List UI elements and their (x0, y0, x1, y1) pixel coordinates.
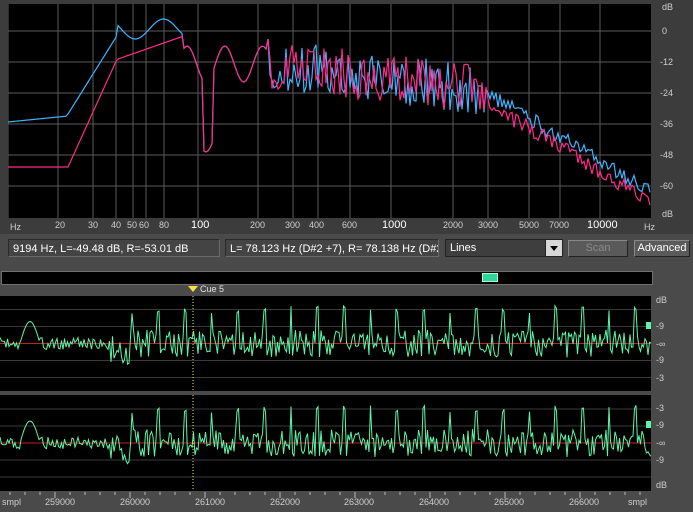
db-tick-label: -24 (660, 88, 674, 98)
wave-db-label: -3 (656, 373, 665, 383)
level-meter-bottom (646, 421, 651, 428)
wave-db-label: -3 (656, 403, 665, 413)
db-tick-label: -60 (660, 181, 674, 191)
advanced-button[interactable]: Advanced (634, 240, 690, 257)
hz-tick-label: 20 (55, 220, 66, 230)
hz-tick-label: 50 (127, 220, 138, 230)
overview-scroll-thumb[interactable] (482, 273, 498, 282)
wave-db-label: -9 (656, 455, 665, 465)
spectrum-status-bar: 9194 Hz, L=-49.48 dB, R=-53.01 dB L= 78.… (0, 236, 693, 264)
wave-db-label: -∞ (656, 339, 666, 349)
wave-db-label: dB (656, 480, 668, 490)
display-mode-value: Lines (450, 242, 477, 254)
display-mode-select[interactable]: Lines (445, 239, 563, 257)
ruler-tick-label: 265000 (494, 497, 525, 507)
waveform-trace (0, 404, 651, 465)
overview-scrollbar[interactable] (1, 271, 653, 285)
hz-tick-label: 1000 (382, 219, 407, 231)
waveform-graph-top (0, 296, 651, 391)
db-tick-label: -48 (660, 150, 674, 160)
spectrum-panel: dB 0 -12 -24 -36 -48 -60 dB Hz Hz 20 30 … (0, 0, 693, 234)
db-unit-label: dB (662, 209, 674, 219)
scan-button[interactable]: Scan (568, 240, 628, 257)
level-meter-top (646, 322, 651, 329)
hz-tick-label: 200 (250, 220, 266, 230)
hz-tick-label: 30 (88, 220, 99, 230)
wave-db-label: -∞ (656, 438, 666, 448)
hz-tick-label: 600 (342, 220, 358, 230)
db-tick-label: -36 (660, 119, 674, 129)
hz-unit-label: Hz (644, 222, 655, 232)
ruler-unit-label: smpl (628, 497, 648, 507)
wave-db-label: -9 (656, 321, 665, 331)
waveform-right-channel[interactable] (0, 395, 651, 491)
chevron-down-icon[interactable] (545, 240, 562, 256)
hz-unit-label: Hz (10, 222, 21, 232)
cue-marker-icon[interactable] (188, 286, 198, 292)
hz-tick-label: 5000 (519, 220, 540, 230)
ruler-tick-label: 263000 (344, 497, 375, 507)
cue-strip: Cue 5 (0, 285, 693, 295)
hz-tick-label: 2000 (443, 220, 464, 230)
ruler-tick-label: 260000 (120, 497, 151, 507)
hz-tick-label: 80 (159, 220, 170, 230)
ruler-tick-label: 261000 (195, 497, 226, 507)
hz-tick-label: 100 (191, 219, 210, 231)
db-unit-label: dB (662, 2, 674, 12)
wave-db-label: -9 (656, 355, 665, 365)
ruler-tick-label: 266000 (569, 497, 600, 507)
ruler-tick-label: 264000 (419, 497, 450, 507)
ruler-unit-label: smpl (2, 497, 22, 507)
waveform-left-channel[interactable] (0, 296, 651, 391)
ruler-tick-label: 259000 (45, 497, 76, 507)
waveform-trace (0, 304, 651, 366)
wave-db-label: -9 (656, 420, 665, 430)
db-tick-label: 0 (662, 26, 668, 36)
hz-tick-label: 60 (139, 220, 150, 230)
waveform-graph-bottom (0, 395, 651, 491)
hz-tick-label: 40 (111, 220, 122, 230)
hz-tick-label: 3000 (478, 220, 499, 230)
sample-ruler[interactable]: smpl smpl 259000 260000 261000 262000 26… (0, 492, 693, 512)
hz-tick-label: 300 (285, 220, 301, 230)
spectrum-graph (8, 4, 651, 218)
hz-tick-label: 400 (309, 220, 325, 230)
ruler-tick-label: 262000 (270, 497, 301, 507)
cue-label[interactable]: Cue 5 (200, 285, 224, 294)
peak-readout: L= 78.123 Hz (D#2 +7), R= 78.138 Hz (D#2 (225, 239, 439, 257)
hz-tick-label: 7000 (549, 220, 570, 230)
db-tick-label: -12 (660, 57, 674, 67)
spectrum-left-channel-curve (8, 18, 651, 193)
wave-db-label: dB (656, 295, 668, 305)
spectrum-plot[interactable] (8, 4, 651, 218)
hz-tick-label: 10000 (587, 219, 618, 231)
cursor-readout: 9194 Hz, L=-49.48 dB, R=-53.01 dB (8, 239, 220, 257)
